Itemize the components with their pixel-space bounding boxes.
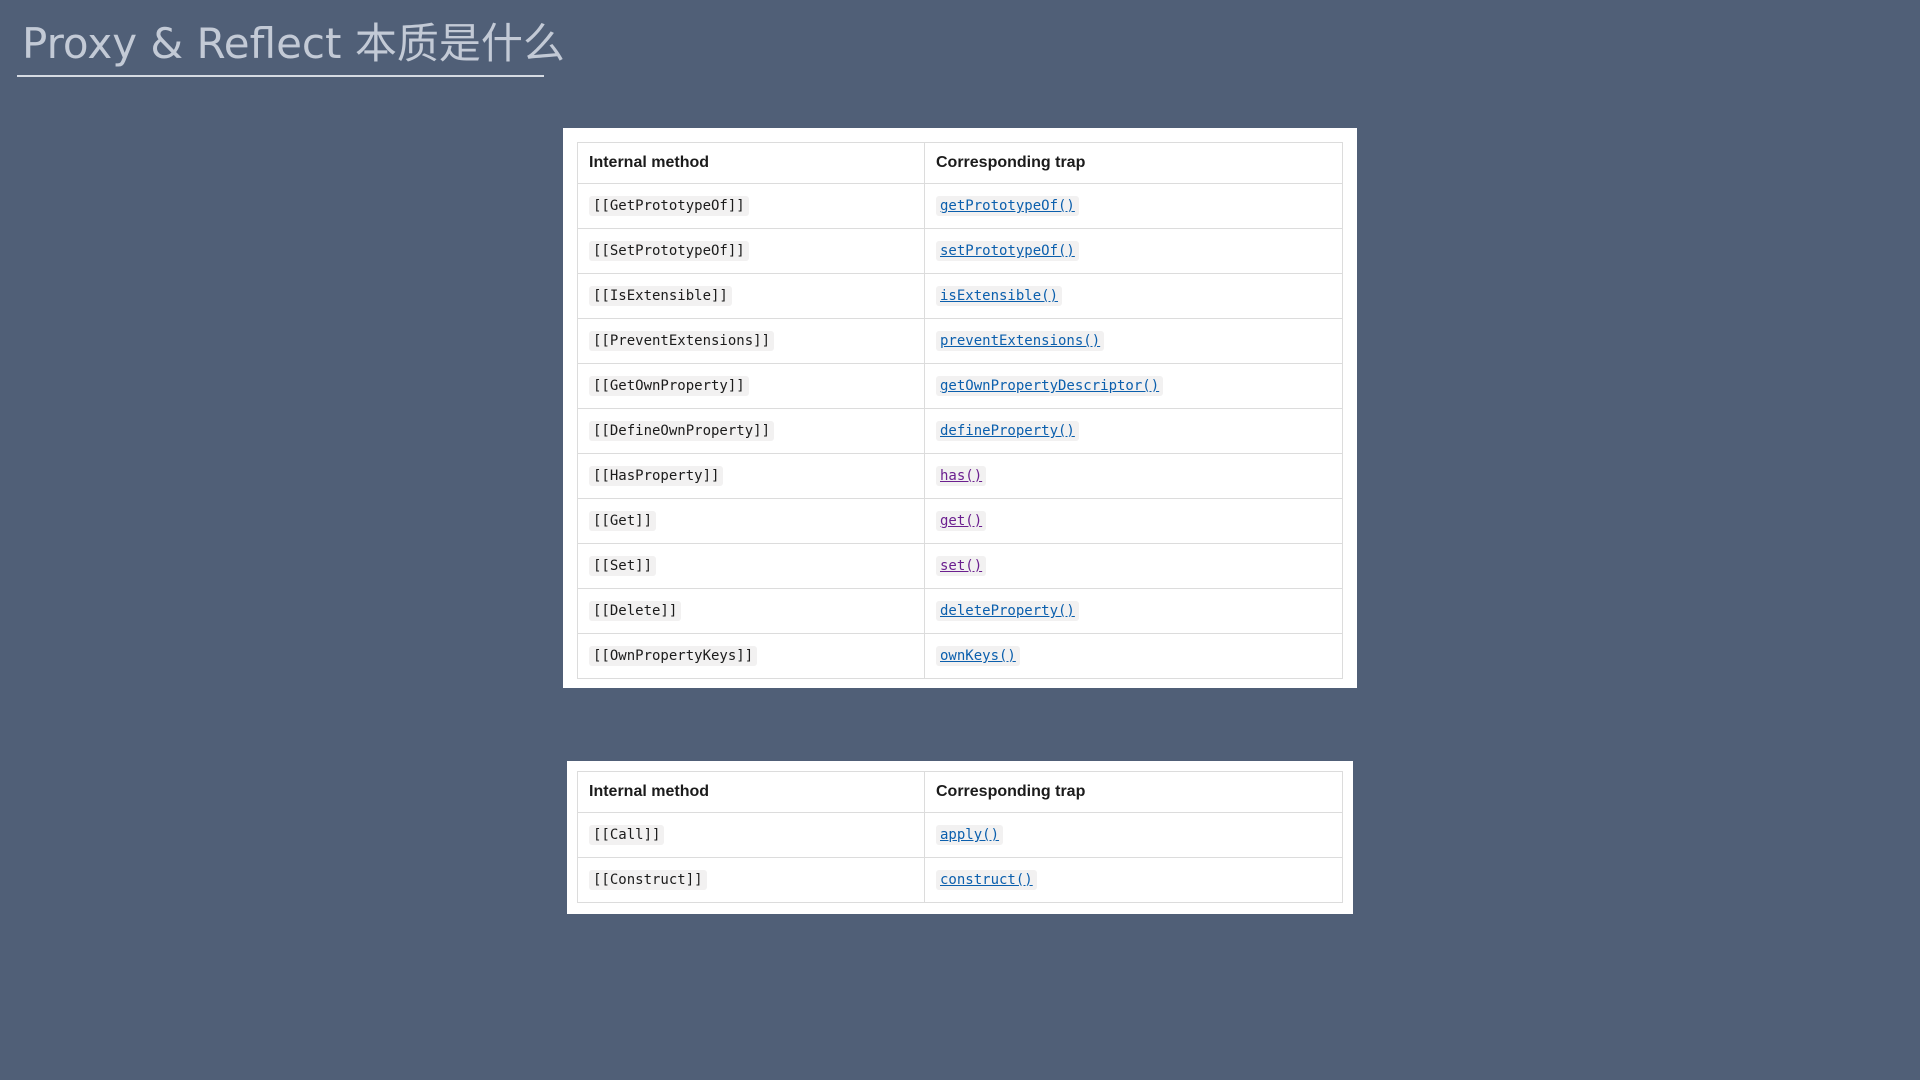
trap-cell: apply() [924,812,1343,858]
internal-method-cell: [[IsExtensible]] [577,273,925,319]
trap-link[interactable]: isExtensible() [936,286,1063,306]
table-row: [[GetPrototypeOf]] getPrototypeOf() [577,183,1343,229]
table-row: [[Get]] get() [577,498,1343,544]
internal-method-cell: [[Delete]] [577,588,925,634]
function-methods-table: Internal method Corresponding trap [[Cal… [577,771,1343,903]
table-header-row: Internal method Corresponding trap [577,142,1343,184]
trap-link[interactable]: construct() [936,870,1037,890]
trap-cell: isExtensible() [924,273,1343,319]
internal-method-code: [[Get]] [589,511,657,531]
trap-cell: has() [924,453,1343,499]
internal-method-code: [[PreventExtensions]] [589,331,775,351]
trap-link[interactable]: defineProperty() [936,421,1079,441]
header-corresponding-trap: Corresponding trap [924,142,1343,184]
internal-method-code: [[DefineOwnProperty]] [589,421,775,441]
internal-method-code: [[Call]] [589,825,665,845]
trap-link[interactable]: setPrototypeOf() [936,241,1079,261]
trap-cell: construct() [924,857,1343,903]
table-header-row: Internal method Corresponding trap [577,771,1343,813]
internal-method-code: [[Delete]] [589,601,682,621]
trap-link[interactable]: getPrototypeOf() [936,196,1079,216]
internal-method-cell: [[Set]] [577,543,925,589]
trap-link[interactable]: preventExtensions() [936,331,1105,351]
trap-link[interactable]: apply() [936,825,1004,845]
trap-cell: set() [924,543,1343,589]
internal-method-cell: [[GetPrototypeOf]] [577,183,925,229]
internal-method-code: [[IsExtensible]] [589,286,732,306]
trap-cell: get() [924,498,1343,544]
internal-method-cell: [[HasProperty]] [577,453,925,499]
trap-link[interactable]: ownKeys() [936,646,1020,666]
internal-method-cell: [[Get]] [577,498,925,544]
function-methods-table-panel: Internal method Corresponding trap [[Cal… [567,761,1353,914]
slide-title: Proxy & Reflect 本质是什么 [22,19,565,68]
table-row: [[DefineOwnProperty]] defineProperty() [577,408,1343,454]
internal-method-cell: [[DefineOwnProperty]] [577,408,925,454]
internal-method-cell: [[GetOwnProperty]] [577,363,925,409]
trap-cell: preventExtensions() [924,318,1343,364]
internal-method-code: [[OwnPropertyKeys]] [589,646,758,666]
header-internal-method: Internal method [577,142,925,184]
internal-method-code: [[Set]] [589,556,657,576]
trap-link[interactable]: has() [936,466,987,486]
table-row: [[PreventExtensions]] preventExtensions() [577,318,1343,364]
trap-cell: ownKeys() [924,633,1343,679]
trap-link[interactable]: getOwnPropertyDescriptor() [936,376,1164,396]
internal-method-cell: [[OwnPropertyKeys]] [577,633,925,679]
internal-method-cell: [[PreventExtensions]] [577,318,925,364]
trap-cell: setPrototypeOf() [924,228,1343,274]
trap-link[interactable]: get() [936,511,987,531]
internal-method-cell: [[Call]] [577,812,925,858]
table-row: [[GetOwnProperty]] getOwnPropertyDescript… [577,363,1343,409]
trap-cell: getOwnPropertyDescriptor() [924,363,1343,409]
internal-method-cell: [[Construct]] [577,857,925,903]
trap-link[interactable]: deleteProperty() [936,601,1079,621]
table-row: [[OwnPropertyKeys]] ownKeys() [577,633,1343,679]
trap-link[interactable]: set() [936,556,987,576]
internal-method-cell: [[SetPrototypeOf]] [577,228,925,274]
internal-method-code: [[GetPrototypeOf]] [589,196,749,216]
table-row: [[IsExtensible]] isExtensible() [577,273,1343,319]
table-row: [[Construct]] construct() [577,857,1343,903]
table-row: [[SetPrototypeOf]] setPrototypeOf() [577,228,1343,274]
internal-method-code: [[Construct]] [589,870,707,890]
header-internal-method: Internal method [577,771,925,813]
internal-method-code: [[HasProperty]] [589,466,724,486]
table-row: [[Delete]] deleteProperty() [577,588,1343,634]
header-corresponding-trap: Corresponding trap [924,771,1343,813]
trap-cell: deleteProperty() [924,588,1343,634]
trap-cell: defineProperty() [924,408,1343,454]
table-row: [[Set]] set() [577,543,1343,589]
internal-method-code: [[GetOwnProperty]] [589,376,749,396]
trap-cell: getPrototypeOf() [924,183,1343,229]
internal-method-code: [[SetPrototypeOf]] [589,241,749,261]
table-row: [[HasProperty]] has() [577,453,1343,499]
internal-methods-table-panel: Internal method Corresponding trap [[Get… [563,128,1357,688]
internal-methods-table: Internal method Corresponding trap [[Get… [577,142,1343,679]
function-methods-table-body: [[Call]] apply() [[Construct]] construct() [577,812,1343,903]
title-underline [17,75,544,77]
internal-methods-table-body: [[GetPrototypeOf]] getPrototypeOf() [[SetP… [577,183,1343,679]
table-row: [[Call]] apply() [577,812,1343,858]
